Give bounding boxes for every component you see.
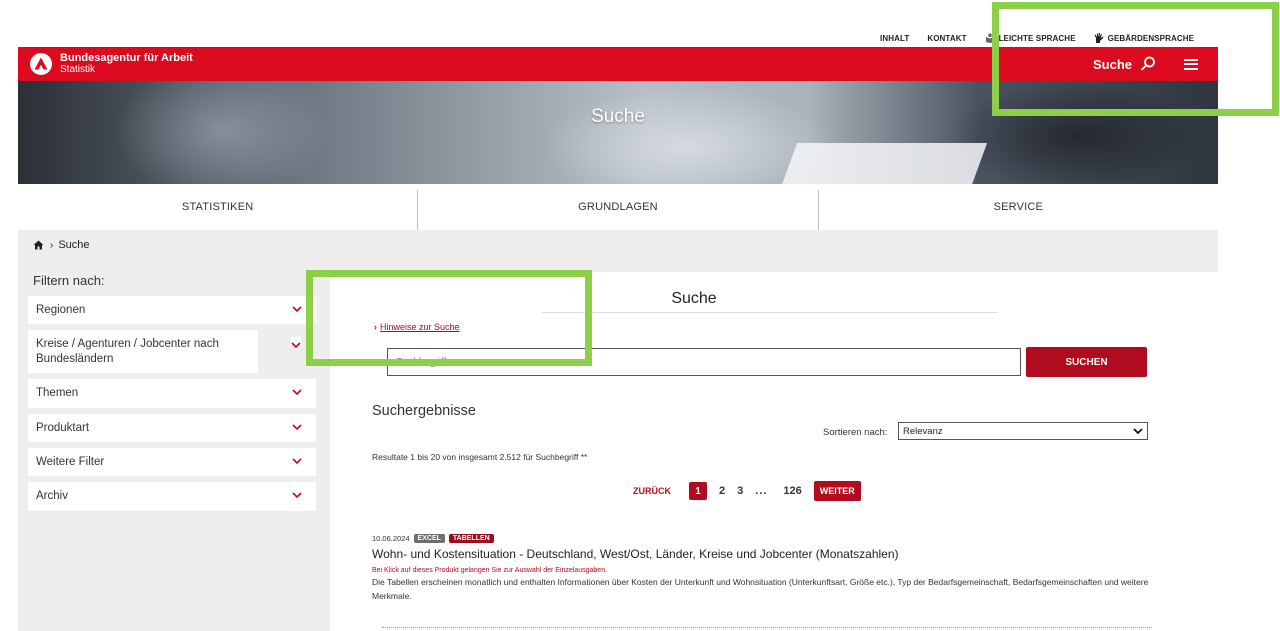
search-icon[interactable] <box>1140 56 1156 72</box>
sort-value: Relevanz <box>903 425 943 437</box>
pager-prev[interactable]: ZURÜCK <box>633 486 671 496</box>
chevron-down-icon <box>1133 428 1143 435</box>
chevron-down-icon <box>292 458 302 465</box>
facet-archiv[interactable]: Archiv <box>28 482 316 511</box>
easy-language-icon <box>985 33 994 43</box>
utility-link-inhalt[interactable]: INHALT <box>880 34 909 43</box>
result-title-link[interactable]: Wohn- und Kostensituation - Deutschland,… <box>372 547 1162 561</box>
utility-label-gebaerdensprache: GEBÄRDENSPRACHE <box>1107 33 1195 43</box>
chevron-down-icon <box>292 306 302 313</box>
pager-current[interactable]: 1 <box>689 482 707 500</box>
utility-link-gebaerdensprache[interactable]: GEBÄRDENSPRACHE <box>1094 33 1194 43</box>
utility-link-kontakt[interactable]: KONTAKT <box>927 34 966 43</box>
facet-label: Kreise / Agenturen / Jobcenter nach Bund… <box>36 338 219 365</box>
hero-banner: Suche <box>18 81 1218 184</box>
chevron-right-icon: › <box>374 322 377 332</box>
breadcrumb-current: Suche <box>58 239 90 251</box>
pager-page[interactable]: 3 <box>737 485 743 497</box>
pagination: ZURÜCK 1 2 3 ... 126 WEITER <box>633 481 861 501</box>
facet-kreise-agenturen-jobcenter[interactable]: Kreise / Agenturen / Jobcenter nach Bund… <box>28 330 258 374</box>
format-badge-excel: EXCEL <box>413 534 445 543</box>
results-heading: Suchergebnisse <box>372 403 476 419</box>
breadcrumb-separator: › <box>50 239 54 251</box>
menu-icon[interactable] <box>1184 58 1198 70</box>
chevron-down-icon <box>291 342 301 349</box>
utility-link-leichte-sprache[interactable]: LEICHTE SPRACHE <box>985 33 1076 43</box>
result-item: 10.06.2024 EXCEL TABELLEN Wohn- und Kost… <box>372 534 1162 603</box>
sort-label: Sortieren nach: <box>823 427 888 438</box>
result-description: Die Tabellen erscheinen monatlich und en… <box>372 577 1149 601</box>
chevron-down-icon <box>292 389 302 396</box>
utility-bar: INHALT KONTAKT LEICHTE SPRACHE GEBÄRDENS… <box>880 30 1212 46</box>
result-count: Resultate 1 bis 20 von insgesamt 2.512 f… <box>372 452 588 462</box>
chevron-down-icon <box>292 423 302 430</box>
facet-label: Regionen <box>36 304 86 316</box>
search-hints-label: Hinweise zur Suche <box>380 322 460 332</box>
filter-sidebar: Regionen Kreise / Agenturen / Jobcenter … <box>28 296 316 517</box>
brand[interactable]: Bundesagentur für Arbeit Statistik <box>60 51 193 75</box>
main-nav: STATISTIKEN GRUNDLAGEN SERVICE <box>18 184 1218 236</box>
brand-name: Bundesagentur für Arbeit <box>60 51 193 64</box>
facet-regionen[interactable]: Regionen <box>28 296 316 325</box>
header-search-label[interactable]: Suche <box>1093 57 1132 72</box>
ba-logo-icon[interactable] <box>30 53 52 75</box>
pager-ellipsis: ... <box>755 485 768 497</box>
result-meta: 10.06.2024 EXCEL TABELLEN <box>372 534 1162 543</box>
pager-last[interactable]: 126 <box>783 485 801 497</box>
filter-title: Filtern nach: <box>33 273 105 288</box>
facet-label: Weitere Filter <box>36 455 105 468</box>
result-note: Bei Klick auf dieses Produkt gelangen Si… <box>372 567 608 574</box>
result-divider <box>382 627 1152 628</box>
hero-title: Suche <box>591 106 645 127</box>
type-badge-tabellen: TABELLEN <box>448 534 494 543</box>
search-title: Suche <box>671 290 717 307</box>
pager-page[interactable]: 2 <box>719 485 725 497</box>
utility-label-leichte-sprache: LEICHTE SPRACHE <box>998 33 1076 43</box>
result-date: 10.06.2024 <box>372 534 410 543</box>
facet-label: Archiv <box>36 490 68 503</box>
title-divider <box>542 312 998 313</box>
facet-weitere-filter[interactable]: Weitere Filter <box>28 447 316 477</box>
facet-label: Themen <box>36 387 79 400</box>
facet-kreise-chevron <box>291 337 301 349</box>
brand-subtitle: Statistik <box>60 63 96 75</box>
search-hints-link[interactable]: › Hinweise zur Suche <box>374 322 460 332</box>
site-header: Bundesagentur für Arbeit Statistik Suche <box>18 47 1218 81</box>
breadcrumb: › Suche <box>33 239 90 251</box>
chevron-down-icon <box>292 492 302 499</box>
search-input[interactable] <box>387 348 1021 376</box>
search-button[interactable]: SUCHEN <box>1026 347 1147 377</box>
facet-themen[interactable]: Themen <box>28 379 316 408</box>
pager-next[interactable]: WEITER <box>813 481 861 501</box>
sign-language-icon <box>1094 33 1104 43</box>
facet-produktart[interactable]: Produktart <box>28 413 316 442</box>
sort-select[interactable]: Relevanz <box>898 422 1148 440</box>
home-icon[interactable] <box>33 240 44 250</box>
search-panel: Suche ›Hinweise zur Suche SUCHEN Sucherg… <box>330 272 1218 631</box>
facet-label: Produktart <box>36 421 90 434</box>
logo-mark-icon <box>34 57 48 70</box>
